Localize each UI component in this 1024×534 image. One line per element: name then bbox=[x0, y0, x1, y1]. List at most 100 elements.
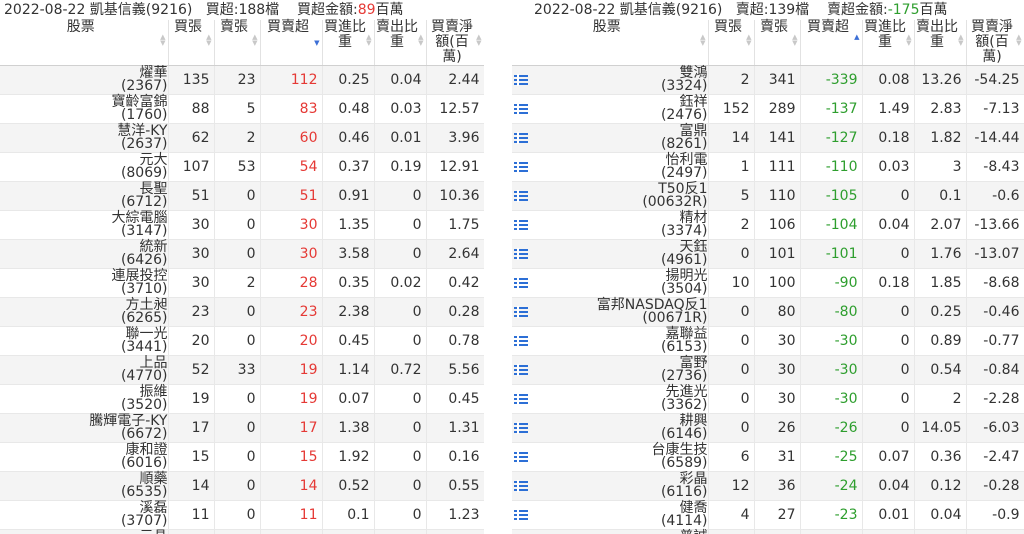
sort-arrows-icon[interactable]: ▲ ▼ bbox=[746, 34, 751, 47]
sort-arrows-icon[interactable]: ▲ ▼ bbox=[792, 34, 797, 47]
table-row[interactable]: T50反1 (00632R) 5 110 -105 0 0.1 -0.6 bbox=[512, 181, 1024, 211]
table-row[interactable]: 先進光 (3362) 0 30 -30 0 2 -2.28 bbox=[512, 384, 1024, 414]
list-icon[interactable] bbox=[514, 306, 528, 318]
table-row[interactable]: 耕興 (6146) 0 26 -26 0 14.05 -6.03 bbox=[512, 413, 1024, 443]
table-row[interactable]: 天鈺 (4961) 0 101 -101 0 1.76 -13.07 bbox=[512, 239, 1024, 269]
table-row[interactable]: 普誠(6129)2345-220.290.57-0.3 bbox=[512, 529, 1024, 534]
table-row[interactable]: 富邦NASDAQ反1 (00671R) 0 80 -80 0 0.25 -0.46 bbox=[512, 297, 1024, 327]
sort-desc-icon[interactable]: ▼ bbox=[314, 34, 319, 47]
table-row[interactable]: 元大 (8069) 107 53 54 0.37 0.19 12.91 bbox=[0, 152, 484, 182]
stock-cell[interactable]: 雙鴻 (3324) bbox=[512, 65, 709, 95]
table-row[interactable]: 振維 (3520) 19 0 19 0.07 0 0.45 bbox=[0, 384, 484, 414]
table-row[interactable]: 溪磊 (3707) 11 0 11 0.1 0 1.23 bbox=[0, 500, 484, 530]
header-net[interactable]: 買賣超 ▼ bbox=[260, 20, 323, 66]
stock-cell[interactable]: 上品 (4770) bbox=[0, 355, 169, 385]
table-row[interactable]: 雙鴻 (3324) 2 341 -339 0.08 13.26 -54.25 bbox=[512, 65, 1024, 95]
list-icon[interactable] bbox=[514, 219, 528, 231]
list-icon[interactable] bbox=[514, 364, 528, 376]
header-buy-ratio[interactable]: 買進比重 ▲ ▼ bbox=[862, 20, 915, 66]
sort-arrows-icon[interactable]: ▲ ▼ bbox=[206, 34, 211, 47]
table-row[interactable]: 台康生技 (6589) 6 31 -25 0.07 0.36 -2.47 bbox=[512, 442, 1024, 472]
header-sell-ratio[interactable]: 賣出比重 ▲ ▼ bbox=[914, 20, 967, 66]
stock-cell[interactable]: 方土昶 (6265) bbox=[0, 297, 169, 327]
table-row[interactable]: 騰輝電子-KY (6672) 17 0 17 1.38 0 1.31 bbox=[0, 413, 484, 443]
stock-cell[interactable]: 天鈺 (4961) bbox=[512, 239, 709, 269]
stock-cell[interactable]: 長聖 (6712) bbox=[0, 181, 169, 211]
stock-cell[interactable]: 富野 (2736) bbox=[512, 355, 709, 385]
stock-cell[interactable]: 先進光 (3362) bbox=[512, 384, 709, 414]
list-icon[interactable] bbox=[514, 509, 528, 521]
table-row[interactable]: 上品 (4770) 52 33 19 1.14 0.72 5.56 bbox=[0, 355, 484, 385]
list-icon[interactable] bbox=[514, 393, 528, 405]
stock-cell[interactable]: 大綜電腦 (3147) bbox=[0, 210, 169, 240]
table-row[interactable]: 富野 (2736) 0 30 -30 0 0.54 -0.84 bbox=[512, 355, 1024, 385]
stock-cell[interactable]: 溪磊 (3707) bbox=[0, 500, 169, 530]
table-row[interactable]: 揚明光 (3504) 10 100 -90 0.18 1.85 -8.68 bbox=[512, 268, 1024, 298]
table-row[interactable]: 嘉聯益 (6153) 0 30 -30 0 0.89 -0.77 bbox=[512, 326, 1024, 356]
sort-arrows-icon[interactable]: ▲ ▼ bbox=[906, 34, 911, 47]
table-row[interactable]: 精材 (3374) 2 106 -104 0.04 2.07 -13.66 bbox=[512, 210, 1024, 240]
header-sell[interactable]: 賣張 ▲ ▼ bbox=[214, 20, 261, 66]
table-row[interactable]: 連展投控 (3710) 30 2 28 0.35 0.02 0.42 bbox=[0, 268, 484, 298]
stock-cell[interactable]: 順藥 (6535) bbox=[0, 471, 169, 501]
table-row[interactable]: 燿華 (2367) 135 23 112 0.25 0.04 2.44 bbox=[0, 65, 484, 95]
list-icon[interactable] bbox=[514, 335, 528, 347]
list-icon[interactable] bbox=[514, 161, 528, 173]
stock-cell[interactable]: 燿華 (2367) bbox=[0, 65, 169, 95]
stock-cell[interactable]: 精材 (3374) bbox=[512, 210, 709, 240]
header-net-amount[interactable]: 買賣淨額(百萬) ▲ ▼ bbox=[426, 20, 484, 66]
stock-cell[interactable]: 彩晶 (6116) bbox=[512, 471, 709, 501]
list-icon[interactable] bbox=[514, 248, 528, 260]
table-row[interactable]: 康和證 (6016) 15 0 15 1.92 0 0.16 bbox=[0, 442, 484, 472]
stock-cell[interactable]: 元大 (8069) bbox=[0, 152, 169, 182]
stock-cell[interactable]: 慧洋-KY (2637) bbox=[0, 123, 169, 153]
table-row[interactable]: 方土昶 (6265) 23 0 23 2.38 0 0.28 bbox=[0, 297, 484, 327]
stock-cell[interactable]: 聯一光 (3441) bbox=[0, 326, 169, 356]
header-stock[interactable]: 股票 ▲ ▼ bbox=[512, 20, 709, 66]
header-sell-ratio[interactable]: 賣出比重 ▲ ▼ bbox=[374, 20, 427, 66]
stock-cell[interactable]: 健喬 (4114) bbox=[512, 500, 709, 530]
table-row[interactable]: 健喬 (4114) 4 27 -23 0.01 0.04 -0.9 bbox=[512, 500, 1024, 530]
stock-cell[interactable]: 富邦NASDAQ反1 (00671R) bbox=[512, 297, 709, 327]
stock-cell[interactable]: 康和證 (6016) bbox=[0, 442, 169, 472]
sort-arrows-icon[interactable]: ▲ ▼ bbox=[476, 34, 481, 47]
table-row[interactable]: 怡利電 (2497) 1 111 -110 0.03 3 -8.43 bbox=[512, 152, 1024, 182]
table-row[interactable]: 彩晶 (6116) 12 36 -24 0.04 0.12 -0.28 bbox=[512, 471, 1024, 501]
sort-asc-icon[interactable]: ▲ bbox=[854, 34, 859, 46]
table-row[interactable]: 統新 (6426) 30 0 30 3.58 0 2.64 bbox=[0, 239, 484, 269]
sort-arrows-icon[interactable]: ▲ ▼ bbox=[252, 34, 257, 47]
table-row[interactable]: 順藥 (6535) 14 0 14 0.52 0 0.55 bbox=[0, 471, 484, 501]
stock-cell[interactable]: 揚明光 (3504) bbox=[512, 268, 709, 298]
stock-cell[interactable]: 騰輝電子-KY (6672) bbox=[0, 413, 169, 443]
list-icon[interactable] bbox=[514, 451, 528, 463]
sort-arrows-icon[interactable]: ▲ ▼ bbox=[1016, 34, 1021, 47]
list-icon[interactable] bbox=[514, 422, 528, 434]
sort-arrows-icon[interactable]: ▲ ▼ bbox=[366, 34, 371, 47]
sort-arrows-icon[interactable]: ▲ ▼ bbox=[418, 34, 423, 47]
sort-arrows-icon[interactable]: ▲ ▼ bbox=[958, 34, 963, 47]
table-row[interactable]: 慧洋-KY (2637) 62 2 60 0.46 0.01 3.96 bbox=[0, 123, 484, 153]
stock-cell[interactable]: 統新 (6426) bbox=[0, 239, 169, 269]
sort-arrows-icon[interactable]: ▲ ▼ bbox=[700, 34, 705, 47]
table-row[interactable]: 聯一光 (3441) 20 0 20 0.45 0 0.78 bbox=[0, 326, 484, 356]
table-row[interactable]: 寶齡富錦 (1760) 88 5 83 0.48 0.03 12.57 bbox=[0, 94, 484, 124]
table-row[interactable]: 長聖 (6712) 51 0 51 0.91 0 10.36 bbox=[0, 181, 484, 211]
stock-cell[interactable]: T50反1 (00632R) bbox=[512, 181, 709, 211]
list-icon[interactable] bbox=[514, 480, 528, 492]
stock-cell[interactable]: 寶齡富錦 (1760) bbox=[0, 94, 169, 124]
stock-cell[interactable]: 嘉聯益 (6153) bbox=[512, 326, 709, 356]
header-net[interactable]: 買賣超 ▲ bbox=[800, 20, 863, 66]
table-row[interactable]: 鈺祥 (2476) 152 289 -137 1.49 2.83 -7.13 bbox=[512, 94, 1024, 124]
table-row[interactable]: 元晶(6443)187110.040.020.41 bbox=[0, 529, 484, 534]
list-icon[interactable] bbox=[514, 103, 528, 115]
table-row[interactable]: 富鼎 (8261) 14 141 -127 0.18 1.82 -14.44 bbox=[512, 123, 1024, 153]
list-icon[interactable] bbox=[514, 132, 528, 144]
list-icon[interactable] bbox=[514, 277, 528, 289]
stock-cell[interactable]: 台康生技 (6589) bbox=[512, 442, 709, 472]
stock-cell[interactable]: 耕興 (6146) bbox=[512, 413, 709, 443]
stock-cell[interactable]: 怡利電 (2497) bbox=[512, 152, 709, 182]
sort-arrows-icon[interactable]: ▲ ▼ bbox=[160, 34, 165, 47]
stock-cell[interactable]: 連展投控 (3710) bbox=[0, 268, 169, 298]
list-icon[interactable] bbox=[514, 190, 528, 202]
header-buy[interactable]: 買張 ▲ ▼ bbox=[708, 20, 755, 66]
